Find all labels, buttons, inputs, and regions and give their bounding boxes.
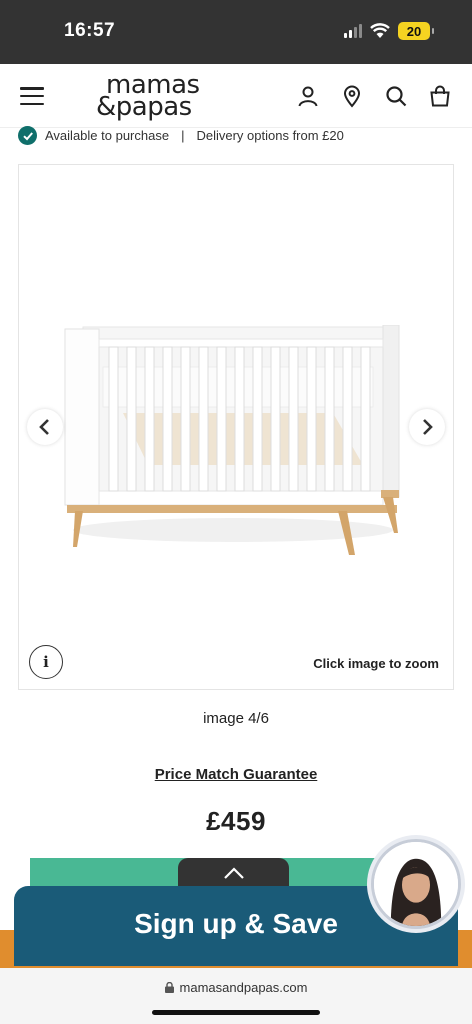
chevron-up-icon [223,867,244,879]
price-match-link[interactable]: Price Match Guarantee [0,766,472,783]
product-image-gallery[interactable]: i Click image to zoom [18,164,454,690]
availability-text: Available to purchase [45,128,170,143]
check-icon [18,126,37,145]
menu-icon[interactable] [20,87,44,105]
separator: | [181,128,185,143]
url-display[interactable]: mamasandpapas.com [0,980,472,995]
wifi-icon [370,23,390,38]
product-image-cot[interactable] [63,325,403,555]
product-price: £459 [206,806,266,836]
site-header: mamas &papas [0,64,472,128]
chat-assistant-avatar[interactable] [371,839,461,929]
expand-panel-button[interactable] [178,858,289,888]
info-button[interactable]: i [29,645,63,679]
person-avatar-icon [374,842,458,926]
logo-line2: &papas [96,92,192,122]
availability-notice: Available to purchase | Delivery options… [18,126,344,145]
zoom-hint: Click image to zoom [313,656,439,671]
chevron-left-icon [39,419,49,435]
account-icon[interactable] [296,84,320,108]
header-actions [296,84,452,108]
cellular-signal-icon [344,24,362,38]
status-icons: 20 [344,22,434,40]
search-icon[interactable] [384,84,408,108]
lock-icon [164,982,174,993]
battery-icon: 20 [398,22,434,40]
logo[interactable]: mamas &papas [92,71,222,123]
next-image-button[interactable] [409,409,445,445]
bag-icon[interactable] [428,84,452,108]
chevron-right-icon [423,419,433,435]
url-text: mamasandpapas.com [179,980,308,995]
home-indicator[interactable] [152,1010,320,1015]
store-locator-icon[interactable] [340,84,364,108]
browser-url-bar[interactable]: mamasandpapas.com [0,968,472,1024]
status-bar: 16:57 20 [0,0,472,64]
image-counter: image 4/6 [203,710,269,727]
delivery-options: Delivery options from £20 [196,128,344,143]
previous-image-button[interactable] [27,409,63,445]
status-time: 16:57 [64,20,116,41]
